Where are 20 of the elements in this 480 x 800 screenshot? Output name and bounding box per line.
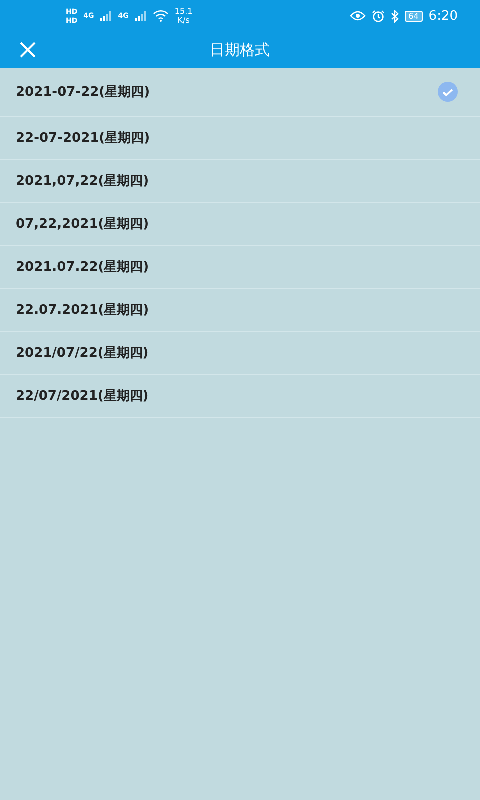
- network-speed: 15.1: [174, 7, 193, 16]
- page-title: 日期格式: [210, 40, 270, 60]
- date-format-option[interactable]: 2021.07.22(星期四): [0, 246, 480, 289]
- bluetooth-icon: [390, 10, 399, 22]
- date-format-option[interactable]: 22/07/2021(星期四): [0, 375, 480, 418]
- clock-time: 6:20: [428, 8, 458, 24]
- speed-unit: K/s: [178, 16, 190, 25]
- signal-icon: [134, 11, 147, 21]
- alarm-clock-icon: [372, 10, 385, 22]
- check-icon: [438, 82, 458, 102]
- date-format-option[interactable]: 22.07.2021(星期四): [0, 289, 480, 332]
- date-format-option[interactable]: 2021,07,22(星期四): [0, 160, 480, 203]
- wifi-icon: [152, 10, 169, 22]
- date-format-option[interactable]: 2021-07-22(星期四): [0, 68, 480, 117]
- date-format-option[interactable]: 2021/07/22(星期四): [0, 332, 480, 375]
- date-format-option[interactable]: 22-07-2021(星期四): [0, 117, 480, 160]
- battery-level: 64: [404, 10, 423, 22]
- eye-icon: [350, 11, 366, 21]
- date-format-option[interactable]: 07,22,2021(星期四): [0, 203, 480, 246]
- signal-icon: [100, 11, 112, 21]
